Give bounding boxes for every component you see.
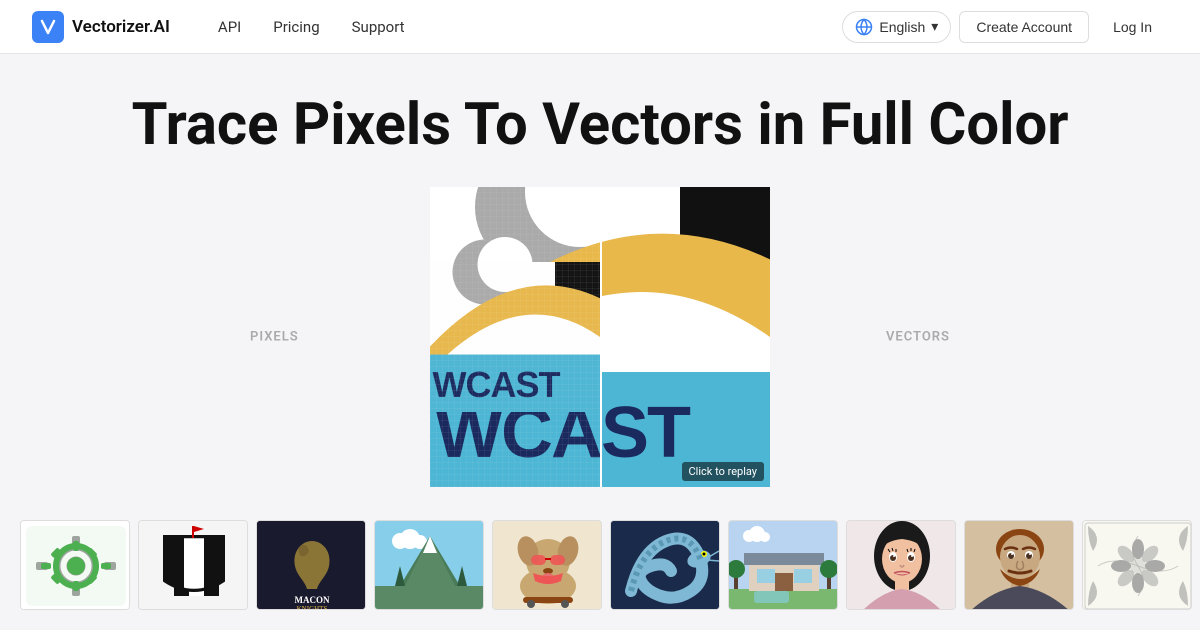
logo[interactable]: Vectorizer.AI [32,11,170,43]
globe-icon [855,18,873,36]
thumbnail-dragon[interactable] [610,520,720,610]
thumbnail-house[interactable] [728,520,838,610]
svg-text:MACON: MACON [295,595,330,605]
logo-icon [32,11,64,43]
pixels-label: PIXELS [250,329,299,344]
svg-text:KNIGHTS: KNIGHTS [297,605,328,610]
vector-half: WCAST [600,187,770,487]
demo-area: PIXELS WCAST [220,182,980,492]
nav-link-support[interactable]: Support [352,18,405,36]
logo-text: Vectorizer.AI [72,17,170,37]
thumbnail-man[interactable] [964,520,1074,610]
chevron-down-icon: ▾ [931,18,938,35]
thumbnail-gear[interactable] [20,520,130,610]
nav-links: API Pricing Support [218,18,842,36]
nav-link-pricing[interactable]: Pricing [273,18,319,36]
divider-line [600,187,602,487]
replay-badge[interactable]: Click to replay [682,462,764,481]
thumbnail-newcastle[interactable] [138,520,248,610]
thumbnail-strip: MACON KNIGHTS [0,520,1200,610]
nav-right: English ▾ Create Account Log In [842,11,1168,43]
thumbnail-dog[interactable] [492,520,602,610]
nav-link-api[interactable]: API [218,18,241,36]
language-label: English [879,19,925,35]
login-button[interactable]: Log In [1097,12,1168,42]
thumbnail-floral[interactable] [1082,520,1192,610]
demo-image[interactable]: WCAST WCAST [430,187,770,487]
thumbnail-knights[interactable]: MACON KNIGHTS [256,520,366,610]
create-account-button[interactable]: Create Account [959,11,1089,43]
main-content: Trace Pixels To Vectors in Full Color PI… [0,54,1200,610]
page-title: Trace Pixels To Vectors in Full Color [132,94,1069,158]
thumbnail-mountain[interactable] [374,520,484,610]
vectors-label: VECTORS [886,329,950,344]
navbar: Vectorizer.AI API Pricing Support Englis… [0,0,1200,54]
pixel-half: WCAST [430,187,600,487]
svg-text:WCAST: WCAST [600,393,691,473]
language-button[interactable]: English ▾ [842,11,951,43]
thumbnail-woman[interactable] [846,520,956,610]
